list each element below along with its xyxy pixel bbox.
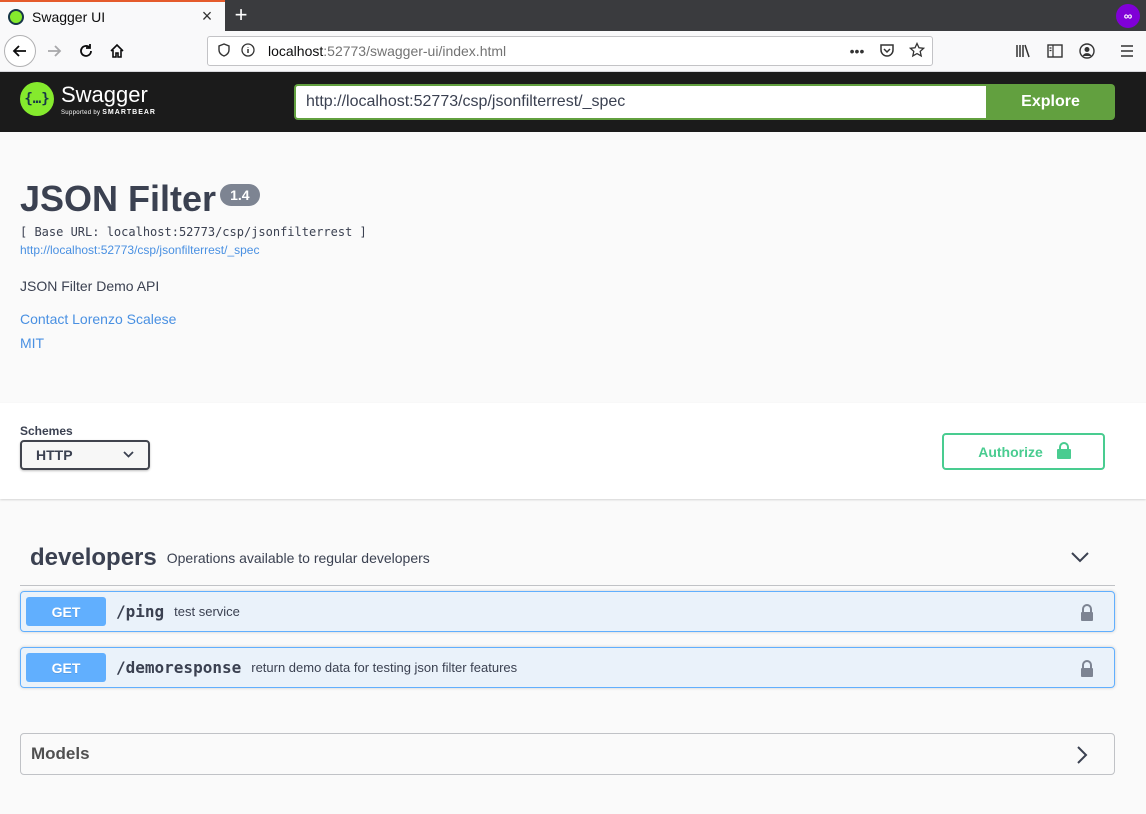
arrow-right-icon — [48, 45, 62, 57]
address-bar[interactable]: localhost:52773/swagger-ui/index.html ••… — [207, 36, 933, 66]
license-link[interactable]: MIT — [20, 335, 44, 351]
operation-path: /ping — [116, 602, 165, 621]
browser-tab-bar: Swagger UI × + ∞ — [0, 0, 1146, 31]
authorize-label: Authorize — [978, 443, 1043, 460]
operation-get-demoresponse[interactable]: GET /demoresponse return demo data for t… — [20, 647, 1115, 688]
bookmark-star-icon[interactable] — [902, 41, 932, 61]
home-icon — [110, 43, 124, 58]
logo-sub-prefix: Supported by — [61, 109, 103, 116]
lock-icon[interactable] — [1080, 604, 1094, 621]
browser-tab[interactable]: Swagger UI × — [0, 0, 225, 31]
http-method-badge: GET — [26, 653, 106, 682]
forward-button[interactable] — [38, 35, 70, 67]
swagger-logo[interactable]: {…} Swagger Supported by SMARTBEAR — [20, 82, 156, 116]
version-badge: 1.4 — [220, 184, 260, 206]
reload-icon — [80, 44, 92, 57]
private-browsing-icon: ∞ — [1116, 4, 1140, 28]
swagger-favicon-icon — [8, 8, 24, 25]
models-section[interactable]: Models — [20, 733, 1115, 775]
operation-summary: test service — [174, 604, 240, 619]
url-host: localhost — [268, 43, 324, 59]
close-tab-icon[interactable]: × — [195, 5, 219, 29]
operation-path: /demoresponse — [116, 658, 242, 677]
url-path: :52773/swagger-ui/index.html — [323, 43, 507, 59]
sidebar-icon[interactable] — [1042, 39, 1068, 63]
tracking-protection-shield-icon[interactable] — [212, 42, 236, 60]
contact-link[interactable]: Contact Lorenzo Scalese — [20, 311, 176, 327]
logo-subtitle: Supported by SMARTBEAR — [61, 109, 156, 116]
reload-button[interactable] — [70, 35, 102, 67]
browser-navbar: localhost:52773/swagger-ui/index.html ••… — [0, 31, 1146, 72]
hamburger-menu-icon[interactable] — [1114, 39, 1140, 63]
http-method-badge: GET — [26, 597, 106, 626]
operation-get-ping[interactable]: GET /ping test service — [20, 591, 1115, 632]
site-info-icon[interactable] — [236, 42, 260, 60]
account-icon[interactable] — [1074, 39, 1100, 63]
pocket-icon[interactable] — [872, 43, 902, 60]
lock-open-icon — [1056, 441, 1071, 459]
back-button[interactable] — [4, 35, 36, 67]
schemes-container: Schemes HTTP Authorize — [0, 403, 1146, 499]
operation-summary: return demo data for testing json filter… — [251, 660, 518, 675]
schemes-selected-value: HTTP — [36, 447, 73, 463]
spec-link[interactable]: http://localhost:52773/csp/jsonfilterres… — [20, 243, 259, 257]
api-title-row: JSON Filter 1.4 — [20, 178, 260, 220]
authorize-button[interactable]: Authorize — [942, 433, 1105, 470]
models-title: Models — [31, 744, 90, 763]
tag-description: Operations available to regular develope… — [166, 549, 430, 566]
api-title: JSON Filter — [20, 178, 217, 219]
schemes-select[interactable]: HTTP — [20, 440, 150, 470]
page-actions-menu-icon[interactable]: ••• — [842, 43, 872, 59]
chevron-down-icon[interactable] — [1071, 550, 1089, 566]
logo-sub-brand: SMARTBEAR — [102, 108, 156, 116]
url-text: localhost:52773/swagger-ui/index.html — [268, 43, 842, 59]
api-info: JSON Filter 1.4 — [20, 178, 260, 220]
tag-header-developers[interactable]: developers Operations available to regul… — [20, 530, 1115, 586]
arrow-left-icon — [12, 45, 26, 57]
new-tab-button[interactable]: + — [228, 2, 254, 28]
chevron-down-icon — [123, 449, 134, 461]
tag-name: developers — [30, 543, 157, 571]
logo-name: Swagger — [61, 81, 148, 107]
library-icon[interactable] — [1010, 39, 1036, 63]
home-button[interactable] — [101, 35, 133, 67]
spec-url-input[interactable]: http://localhost:52773/csp/jsonfilterres… — [294, 84, 986, 120]
lock-icon[interactable] — [1080, 660, 1094, 677]
swagger-topbar: {…} Swagger Supported by SMARTBEAR http:… — [0, 72, 1146, 132]
chevron-right-icon[interactable] — [1076, 746, 1092, 764]
schemes-label: Schemes — [20, 424, 73, 438]
explore-button[interactable]: Explore — [986, 84, 1115, 120]
swagger-logo-icon: {…} — [20, 82, 54, 116]
base-url: [ Base URL: localhost:52773/csp/jsonfilt… — [20, 225, 367, 239]
tab-title: Swagger UI — [32, 8, 106, 25]
api-description: JSON Filter Demo API — [20, 278, 160, 294]
